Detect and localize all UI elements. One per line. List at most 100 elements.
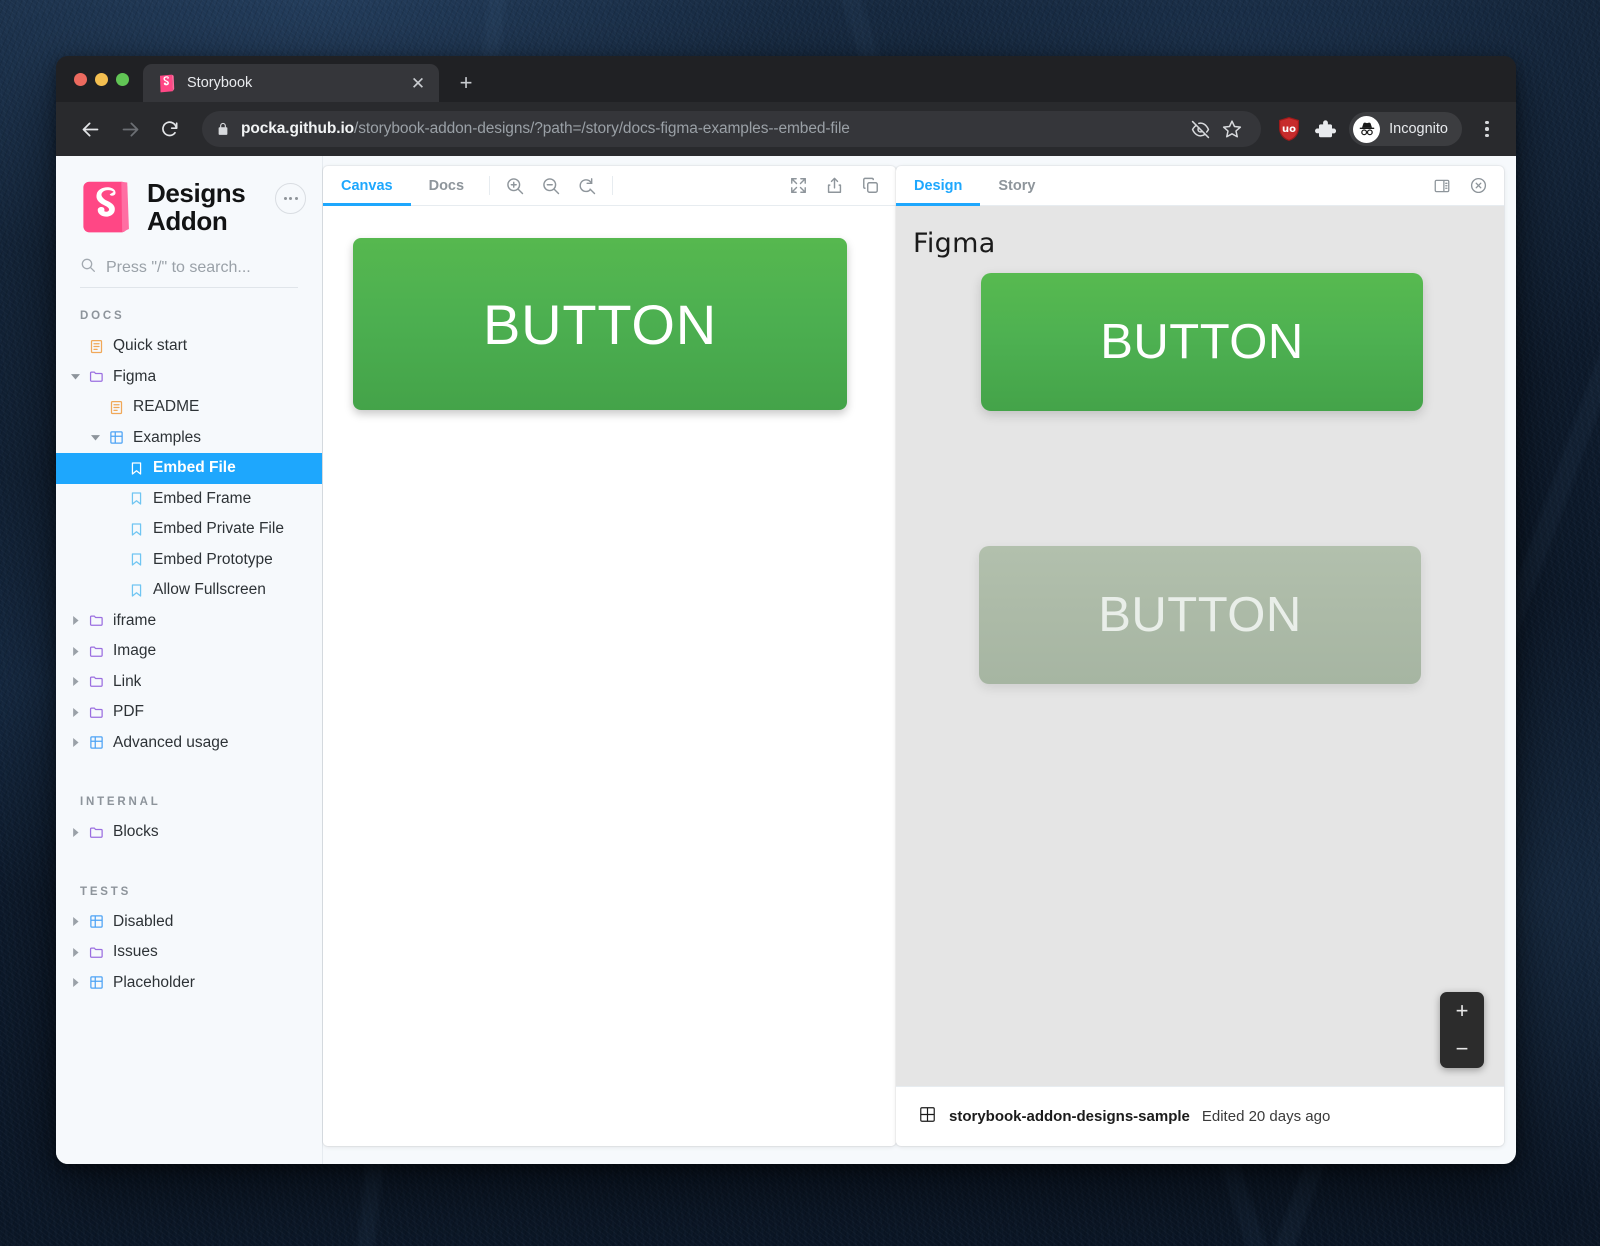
chevron-right-icon[interactable] xyxy=(70,978,80,988)
addon-panel-toolbar: Design Story xyxy=(896,166,1504,206)
chevron-right-icon[interactable] xyxy=(70,917,80,927)
search-input[interactable] xyxy=(106,259,298,277)
maximize-window-button[interactable] xyxy=(116,73,129,86)
reload-icon[interactable] xyxy=(152,111,188,147)
circle-close-icon[interactable] xyxy=(1460,166,1496,205)
sidebar-section-label: INTERNAL xyxy=(56,796,322,808)
chevron-right-icon[interactable] xyxy=(70,646,80,656)
zoom-reset-icon[interactable] xyxy=(569,166,605,205)
sidebar-item-iframe[interactable]: iframe xyxy=(56,606,322,637)
desktop-wallpaper: Storybook ✕ + xyxy=(0,0,1600,1246)
sidebar-item-label: Link xyxy=(113,673,141,691)
sidebar-item-figma[interactable]: Figma xyxy=(56,362,322,393)
chevron-right-icon[interactable] xyxy=(70,738,80,748)
panel-layout-icon[interactable] xyxy=(1424,166,1460,205)
tab-docs[interactable]: Docs xyxy=(411,166,482,205)
arrow-right-icon[interactable] xyxy=(112,111,148,147)
close-icon[interactable]: ✕ xyxy=(407,72,429,94)
sidebar-item-label: Quick start xyxy=(113,337,187,355)
plus-icon[interactable]: + xyxy=(451,68,481,98)
address-bar[interactable]: pocka.github.io/storybook-addon-designs/… xyxy=(202,111,1261,147)
expand-arrows-icon[interactable] xyxy=(780,166,816,205)
bookmark-icon xyxy=(129,491,144,506)
eye-off-icon[interactable] xyxy=(1185,114,1215,144)
chevron-right-icon[interactable] xyxy=(70,947,80,957)
tab-design[interactable]: Design xyxy=(896,166,980,205)
chevron-right-icon[interactable] xyxy=(70,677,80,687)
puzzle-piece-icon[interactable] xyxy=(1309,113,1341,145)
sidebar-item-label: Embed Frame xyxy=(153,490,251,508)
close-window-button[interactable] xyxy=(74,73,87,86)
chevron-right-icon[interactable] xyxy=(70,616,80,626)
ellipsis-icon[interactable] xyxy=(275,183,306,214)
profile-label: Incognito xyxy=(1389,121,1448,137)
sidebar-item-placeholder[interactable]: Placeholder xyxy=(56,968,322,999)
sidebar-item-disabled[interactable]: Disabled xyxy=(56,907,322,938)
figma-canvas-stage[interactable]: BUTTON BUTTON + − xyxy=(896,259,1504,1086)
sidebar-item-examples[interactable]: Examples xyxy=(56,423,322,454)
folder-icon xyxy=(89,825,104,840)
chevron-down-icon[interactable] xyxy=(90,433,100,443)
figma-zoom-in-button[interactable]: + xyxy=(1440,992,1484,1030)
sidebar-item-label: Allow Fullscreen xyxy=(153,581,266,599)
component-icon xyxy=(109,430,124,445)
figma-zoom-controls: + − xyxy=(1440,992,1484,1068)
sidebar-item-readme[interactable]: README xyxy=(56,392,322,423)
sidebar-item-quick-start[interactable]: Quick start xyxy=(56,331,322,362)
figma-title: Figma xyxy=(896,206,1504,259)
sidebar-item-advanced-usage[interactable]: Advanced usage xyxy=(56,728,322,759)
folder-icon xyxy=(89,705,104,720)
profile-incognito-button[interactable]: Incognito xyxy=(1349,112,1462,146)
document-icon xyxy=(89,339,104,354)
sidebar-item-embed-frame[interactable]: Embed Frame xyxy=(56,484,322,515)
preview-column: Canvas Docs xyxy=(323,156,896,1164)
sidebar-item-label: Figma xyxy=(113,368,156,386)
chevron-right-icon[interactable] xyxy=(70,707,80,717)
bookmark-icon xyxy=(129,522,144,537)
sidebar-item-issues[interactable]: Issues xyxy=(56,937,322,968)
copy-icon[interactable] xyxy=(852,166,888,205)
folder-icon xyxy=(89,674,104,689)
addon-panel-card: Design Story xyxy=(896,166,1504,1146)
sidebar-search[interactable] xyxy=(80,257,298,288)
sidebar-item-allow-fullscreen[interactable]: Allow Fullscreen xyxy=(56,575,322,606)
addon-toolbar-spacer xyxy=(1053,166,1424,205)
sidebar-item-embed-private-file[interactable]: Embed Private File xyxy=(56,514,322,545)
page-viewport: Designs Addon DOCSQuick startFigmaREADME… xyxy=(56,156,1516,1164)
sidebar-item-embed-file[interactable]: Embed File xyxy=(56,453,322,484)
toolbar-separator-2 xyxy=(612,176,613,195)
vertical-dots-icon[interactable] xyxy=(1472,112,1502,146)
browser-tab[interactable]: Storybook ✕ xyxy=(143,64,439,102)
toolbar-spacer xyxy=(620,166,780,205)
sidebar-item-link[interactable]: Link xyxy=(56,667,322,698)
url-path: /storybook-addon-designs/?path=/story/do… xyxy=(354,120,850,137)
arrow-left-icon[interactable] xyxy=(72,111,108,147)
zoom-out-icon[interactable] xyxy=(533,166,569,205)
sidebar-item-label: Blocks xyxy=(113,823,159,841)
share-upload-icon[interactable] xyxy=(816,166,852,205)
sidebar-item-label: iframe xyxy=(113,612,156,630)
sidebar-item-image[interactable]: Image xyxy=(56,636,322,667)
tab-canvas[interactable]: Canvas xyxy=(323,166,411,205)
sidebar-item-blocks[interactable]: Blocks xyxy=(56,817,322,848)
addon-panel-column: Design Story xyxy=(896,156,1516,1164)
minimize-window-button[interactable] xyxy=(95,73,108,86)
figma-button-enabled[interactable]: BUTTON xyxy=(981,273,1423,411)
tab-story[interactable]: Story xyxy=(980,166,1053,205)
figma-zoom-out-button[interactable]: − xyxy=(1440,1030,1484,1068)
sidebar-item-pdf[interactable]: PDF xyxy=(56,697,322,728)
chevron-right-icon[interactable] xyxy=(70,827,80,837)
figma-file-name: storybook-addon-designs-sample xyxy=(949,1108,1190,1125)
sidebar-item-embed-prototype[interactable]: Embed Prototype xyxy=(56,545,322,576)
story-demo-button[interactable]: BUTTON xyxy=(353,238,847,410)
ublock-origin-shield-icon[interactable]: uo xyxy=(1273,113,1305,145)
figma-button-disabled[interactable]: BUTTON xyxy=(979,546,1421,684)
sidebar-brand: Designs Addon xyxy=(56,178,322,235)
story-canvas: BUTTON xyxy=(323,206,896,1146)
star-icon[interactable] xyxy=(1217,114,1247,144)
chevron-down-icon[interactable] xyxy=(70,372,80,382)
lock-icon xyxy=(216,122,230,136)
browser-toolbar: pocka.github.io/storybook-addon-designs/… xyxy=(56,102,1516,156)
zoom-in-icon[interactable] xyxy=(497,166,533,205)
sidebar-item-label: PDF xyxy=(113,703,144,721)
